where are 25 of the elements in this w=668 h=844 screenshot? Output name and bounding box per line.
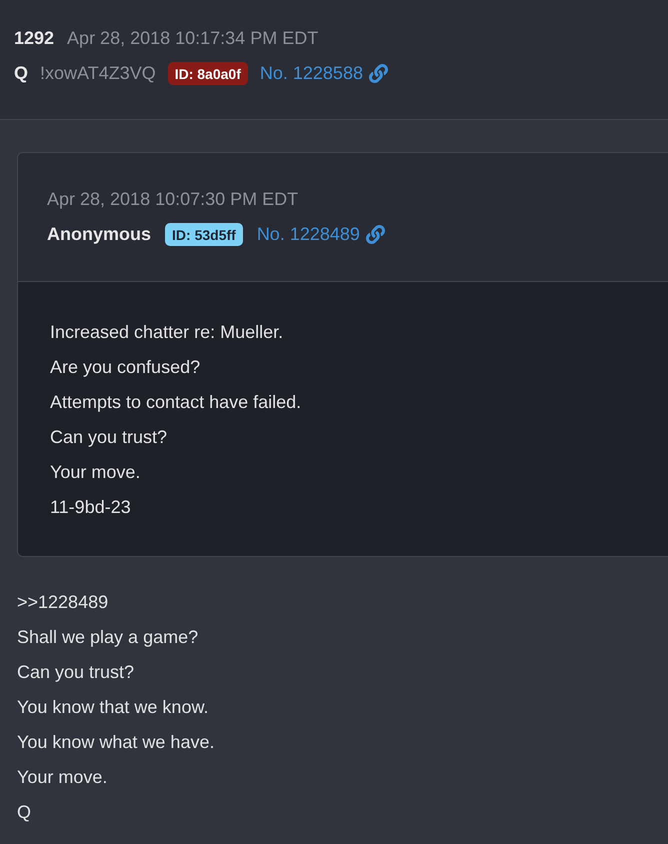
quoted-post-date: Apr 28, 2018 10:07:30 PM EDT — [47, 188, 298, 211]
id-badge: ID: 53d5ff — [165, 223, 243, 246]
quoted-text-line: Increased chatter re: Mueller. — [50, 321, 284, 344]
quoted-text-line: Your move. — [50, 461, 142, 484]
id-badge: ID: 8a0a0f — [168, 62, 248, 85]
post-text-line: >>1228489 — [17, 591, 110, 614]
post-number-link[interactable]: No. 1228489 — [256, 221, 360, 248]
author-name: Q — [14, 62, 28, 85]
post-text-line: Q — [17, 801, 32, 824]
post-text-line: Your move. — [17, 766, 108, 789]
quoted-text-line: Attempts to contact have failed. — [50, 391, 302, 414]
post-date: Apr 28, 2018 10:17:34 PM EDT — [67, 27, 318, 50]
tripcode: !xowAT4Z3VQ — [40, 62, 156, 85]
post-text-line: Can you trust? — [17, 661, 136, 684]
quoted-text-line: Can you trust? — [50, 426, 168, 449]
post-number-link[interactable]: No. 1228588 — [260, 60, 363, 87]
quoted-text-line: Are you confused? — [50, 356, 202, 379]
quoted-text-line: 11-9bd-23 — [50, 496, 132, 519]
post-text-line: Shall we play a game? — [17, 626, 200, 649]
link-icon[interactable] — [368, 64, 388, 83]
author-name: Anonymous — [47, 223, 152, 246]
link-icon[interactable] — [366, 225, 385, 244]
post-count: 1292 — [14, 27, 54, 50]
post-text-line: You know that we know. — [17, 696, 210, 719]
post-text-line: You know what we have. — [17, 731, 216, 754]
